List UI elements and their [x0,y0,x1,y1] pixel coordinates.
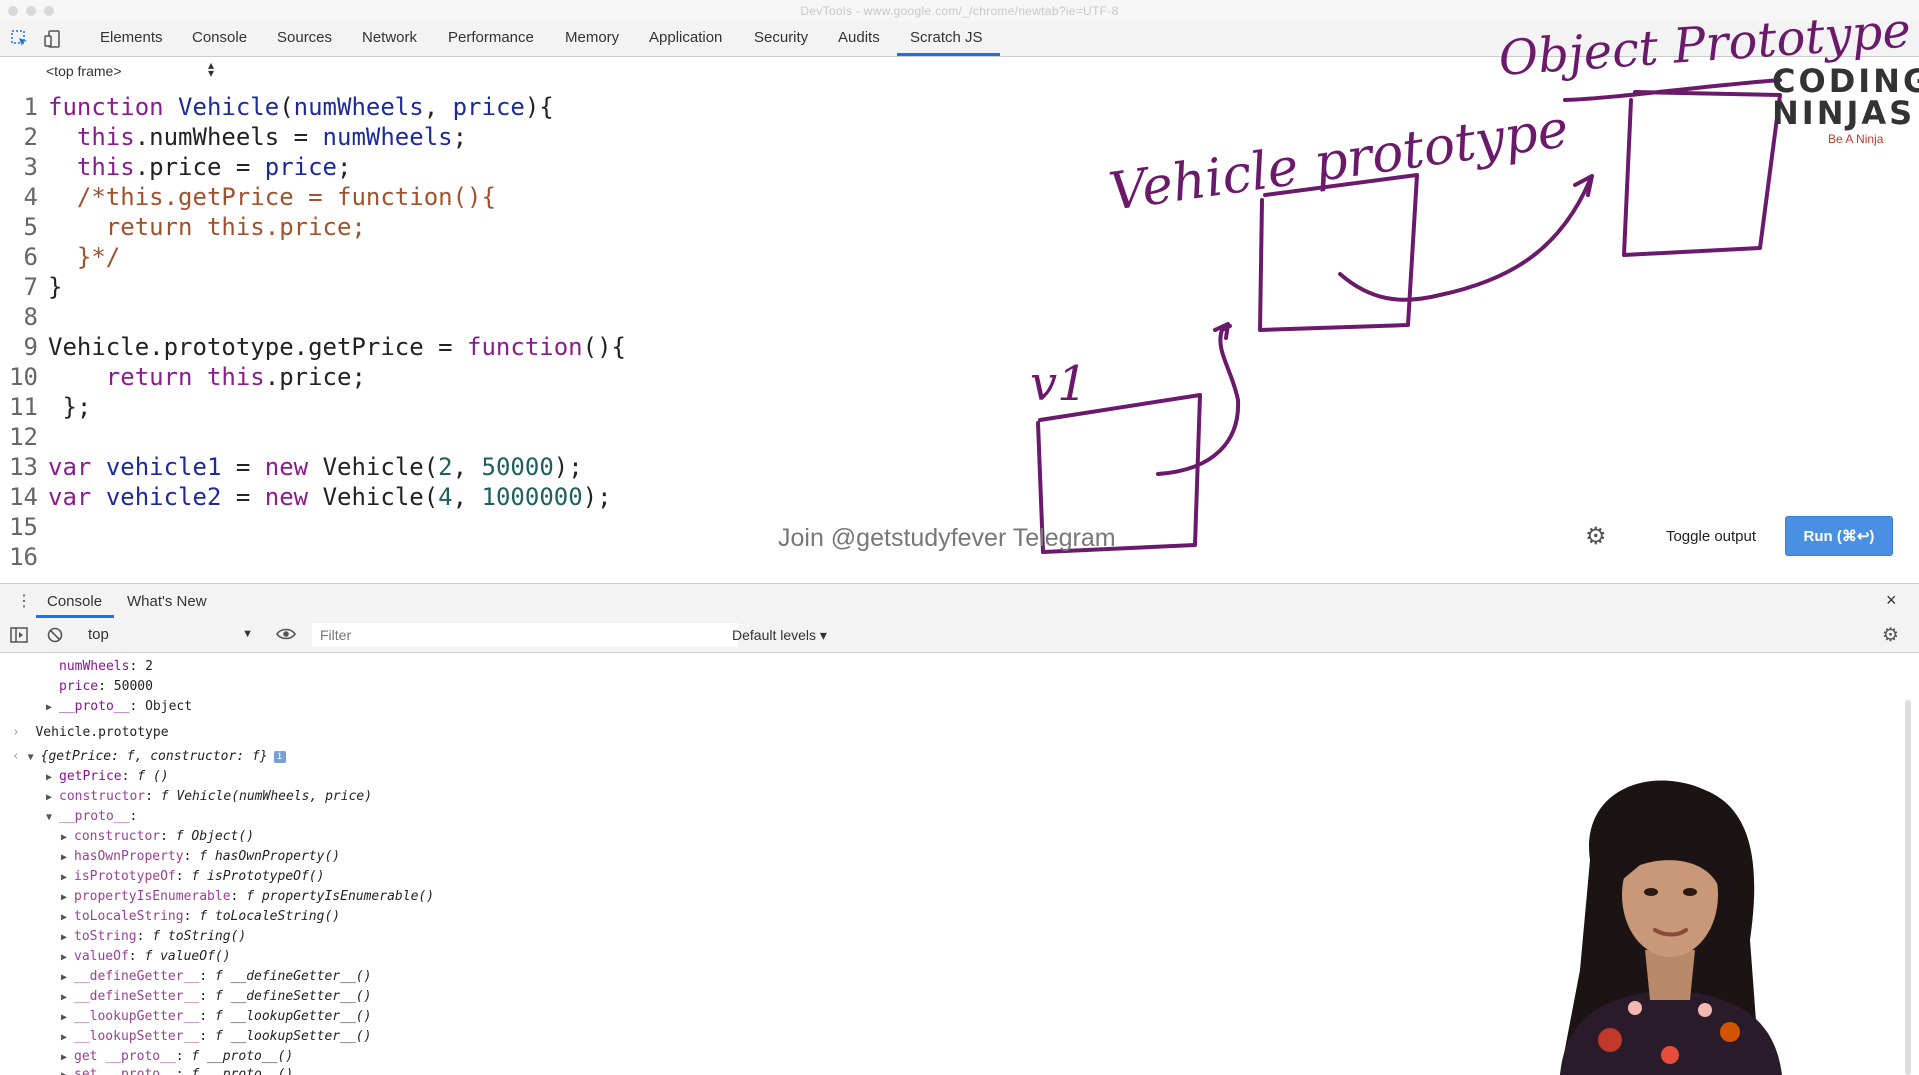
console-result-prop[interactable]: ▶ getPrice: f () [46,767,169,787]
console-proto-prop[interactable]: ▶ isPrototypeOf: f isPrototypeOf() [61,867,324,887]
active-tab-indicator [897,53,1000,56]
expand-triangle-icon: ▶ [46,772,53,783]
prompt-chevron-icon: › [12,725,20,740]
collapse-triangle-icon: ▼ [27,752,34,763]
frame-bar: <top frame> ▴ ▾ [0,57,1919,85]
code-line: 1 function Vehicle(numWheels, price){ [23,93,554,121]
code-line: 12 [9,423,38,451]
code-line: 4 /*this.getPrice = function(){ [23,183,496,211]
expand-triangle-icon: ▶ [46,792,53,803]
tab-network[interactable]: Network [362,29,417,46]
more-menu-icon[interactable]: ⋮ [16,591,32,611]
code-editor[interactable]: 1 function Vehicle(numWheels, price){ 2 t… [0,92,1919,580]
dropdown-arrow-icon: ▼ [242,628,253,640]
gear-icon[interactable]: ⚙ [1585,522,1607,551]
tab-scratch-js[interactable]: Scratch JS [910,29,983,46]
console-proto-prop[interactable]: ▶ __lookupGetter__: f __lookupGetter__() [61,1007,371,1027]
tab-sources[interactable]: Sources [277,29,332,46]
code-line: 10 return this.price; [9,363,366,391]
console-proto-prop[interactable]: ▶ toLocaleString: f toLocaleString() [61,907,340,927]
presenter-image [1560,780,1782,1075]
clear-console-icon[interactable] [47,627,63,648]
console-settings-gear-icon[interactable]: ⚙ [1882,624,1899,647]
console-proto-prop[interactable]: ▶ hasOwnProperty: f hasOwnProperty() [61,847,340,867]
code-line: 5 return this.price; [23,213,366,241]
drawer-tab-whats-new[interactable]: What's New [127,593,207,610]
tab-memory[interactable]: Memory [565,29,619,46]
console-toolbar: top ▼ Default levels ▾ ⚙ [0,618,1919,653]
code-line: 7} [23,273,63,301]
console-proto-prop[interactable]: ▶ __defineGetter__: f __defineGetter__() [61,967,371,987]
code-line: 6 }*/ [23,243,121,271]
window-titlebar: DevTools - www.google.com/_/chrome/newta… [0,0,1919,22]
console-proto-prop[interactable]: ▶ constructor: f Object() [61,827,254,847]
code-line: 8 [23,303,38,331]
console-proto-prop[interactable]: ▶ valueOf: f valueOf() [61,947,231,967]
telegram-watermark: Join @getstudyfever Telegram [778,524,1116,552]
drawer-tabbar: ⋮ Console What's New × [0,583,1919,619]
tab-audits[interactable]: Audits [838,29,880,46]
device-toolbar-icon[interactable] [43,29,63,49]
console-proto-prop[interactable]: ▶ toString: f toString() [61,927,246,947]
toggle-output-button[interactable]: Toggle output [1652,518,1770,554]
eye-icon[interactable] [276,627,296,646]
tab-console[interactable]: Console [192,29,247,46]
updown-arrow-icon[interactable]: ▴ ▾ [208,59,214,79]
code-line: 14 var vehicle2 = new Vehicle(4, 1000000)… [9,483,612,511]
sidebar-toggle-icon[interactable] [10,627,28,648]
console-result-row[interactable]: ‹ ▼ {getPrice: f, constructor: f} i [12,747,286,767]
collapse-triangle-icon: ▼ [46,812,53,823]
console-result-prop[interactable]: ▶ constructor: f Vehicle(numWheels, price… [46,787,372,807]
tab-elements[interactable]: Elements [100,29,163,46]
frame-select[interactable]: <top frame> [46,63,122,79]
filter-input[interactable] [312,623,738,647]
console-proto-prop[interactable]: ▶ __defineSetter__: f __defineSetter__() [61,987,371,1007]
code-line: 13 var vehicle1 = new Vehicle(2, 50000); [9,453,583,481]
console-proto-row[interactable]: ▶ __proto__: Object [46,697,192,717]
console-proto-expanded[interactable]: ▼ __proto__: [46,807,137,827]
inspect-element-icon[interactable] [10,29,30,49]
console-object-prop: price: 50000 [59,679,153,694]
code-line: 3 this.price = price; [23,153,352,181]
devtools-tabbar: Elements Console Sources Network Perform… [0,22,1919,57]
console-proto-prop[interactable]: ▶ get __proto__: f __proto__() [61,1047,293,1067]
info-icon: i [273,750,286,763]
tab-performance[interactable]: Performance [448,29,534,46]
context-select[interactable]: top ▼ [88,626,253,646]
tab-application[interactable]: Application [649,29,722,46]
tab-security[interactable]: Security [754,29,808,46]
console-proto-prop[interactable]: ▶ __lookupSetter__: f __lookupSetter__() [61,1027,371,1047]
console-input-row: › Vehicle.prototype [12,725,169,740]
code-line: 2 this.numWheels = numWheels; [23,123,468,151]
window-title: DevTools - www.google.com/_/chrome/newta… [800,4,1119,18]
console-scrollbar[interactable] [1905,700,1911,1075]
drawer-tab-console[interactable]: Console [47,593,102,610]
log-levels-dropdown[interactable]: Default levels ▾ [732,627,827,644]
code-line: 15 [9,513,38,541]
console-object-prop: numWheels: 2 [59,659,153,674]
code-line: 11 }; [9,393,92,421]
run-button[interactable]: Run (⌘↩) [1785,516,1893,556]
coding-ninjas-logo: CODING NINJAS Be A Ninja [1772,62,1919,146]
console-proto-prop[interactable]: ▶ propertyIsEnumerable: f propertyIsEnume… [61,887,434,907]
code-line: 16 [9,543,38,571]
close-icon[interactable]: × [1886,590,1897,611]
console-proto-prop[interactable]: ▶set __proto__: f __proto__() [61,1065,293,1075]
expand-triangle-icon: ▶ [46,702,53,713]
result-chevron-icon: ‹ [12,749,20,764]
code-line: 9 Vehicle.prototype.getPrice = function()… [23,333,626,361]
context-value: top [88,626,109,643]
